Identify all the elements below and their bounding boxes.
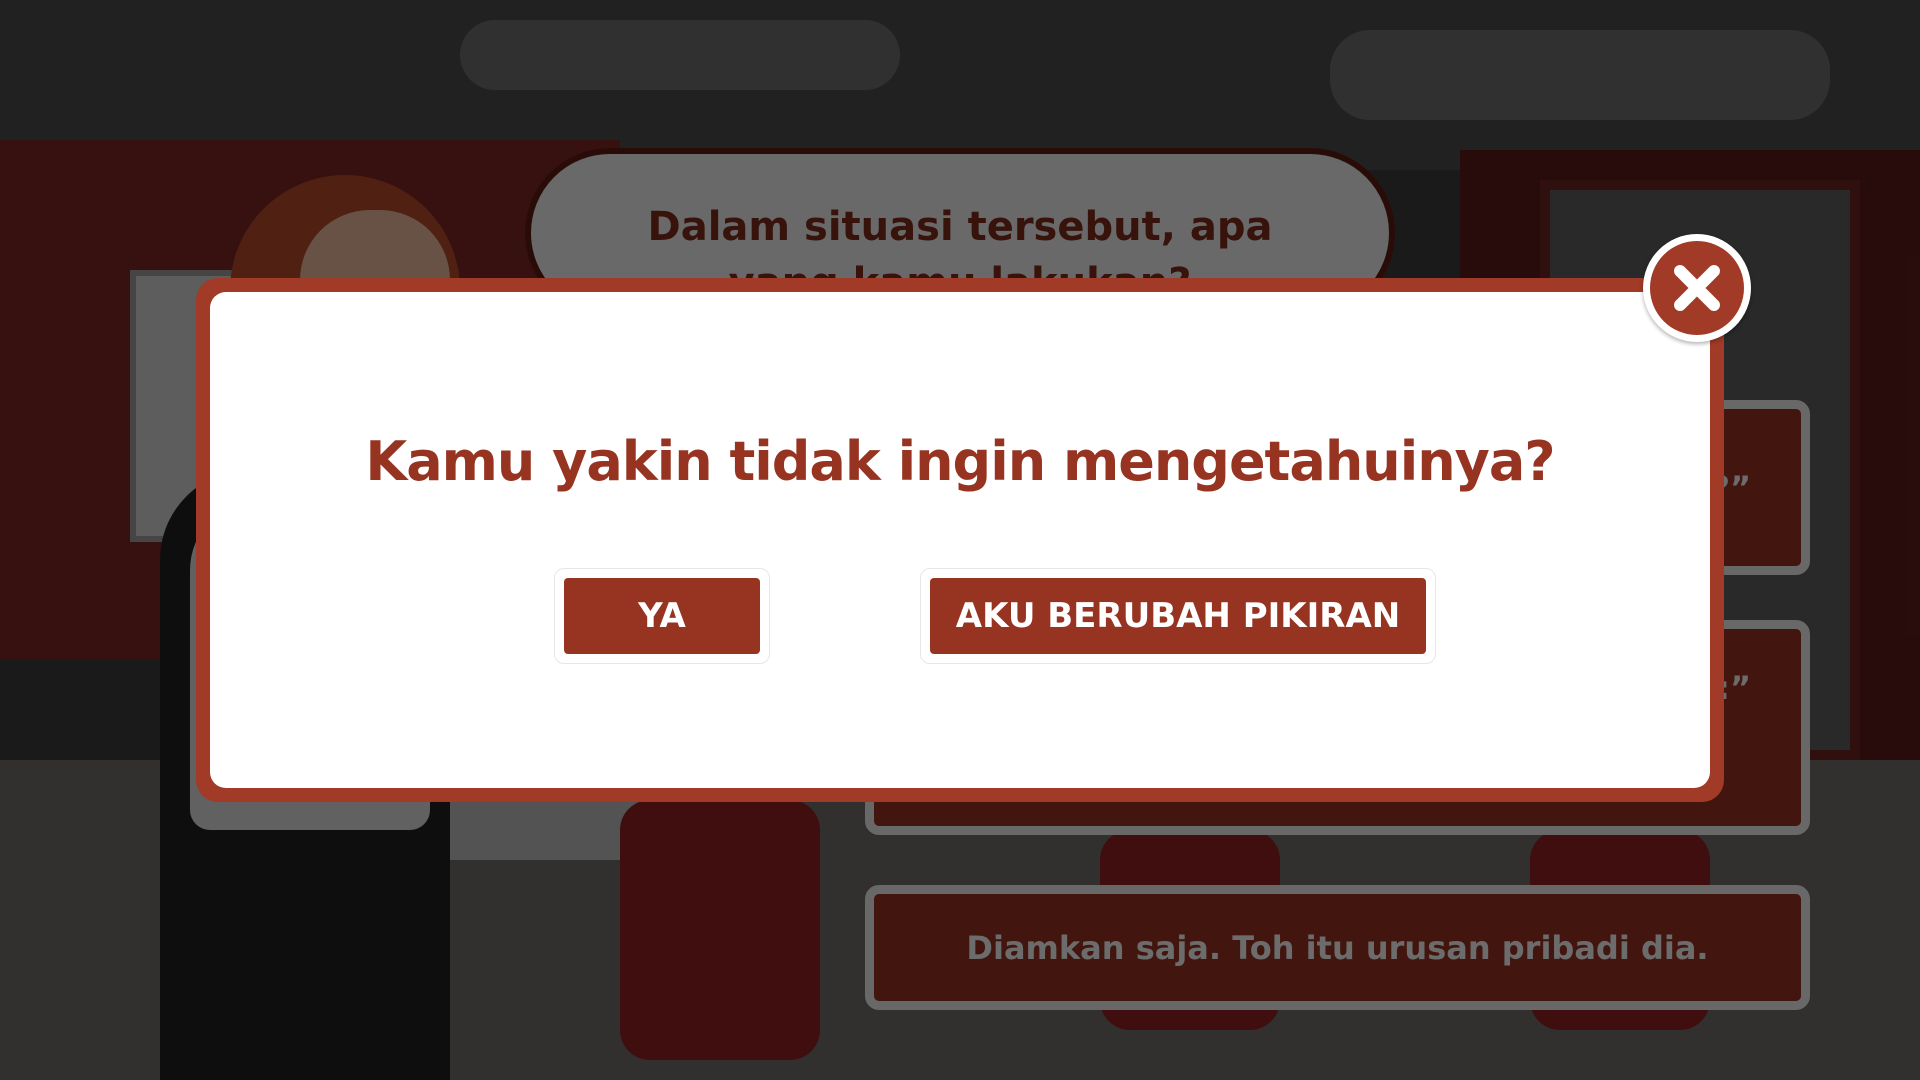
confirm-dialog: Kamu yakin tidak ingin mengetahuinya? YA…	[196, 278, 1724, 802]
dialog-title: Kamu yakin tidak ingin mengetahuinya?	[365, 430, 1555, 493]
change-mind-button-frame: AKU BERUBAH PIKIRAN	[920, 568, 1436, 664]
close-button[interactable]	[1643, 234, 1751, 342]
yes-button[interactable]: YA	[564, 578, 760, 654]
yes-button-frame: YA	[554, 568, 770, 664]
dialog-body: Kamu yakin tidak ingin mengetahuinya? YA…	[210, 292, 1710, 788]
change-mind-button[interactable]: AKU BERUBAH PIKIRAN	[930, 578, 1426, 654]
answer-option-text: Diamkan saja. Toh itu urusan pribadi dia…	[966, 928, 1709, 967]
answer-option-3: Diamkan saja. Toh itu urusan pribadi dia…	[865, 885, 1810, 1010]
close-icon	[1650, 241, 1744, 335]
